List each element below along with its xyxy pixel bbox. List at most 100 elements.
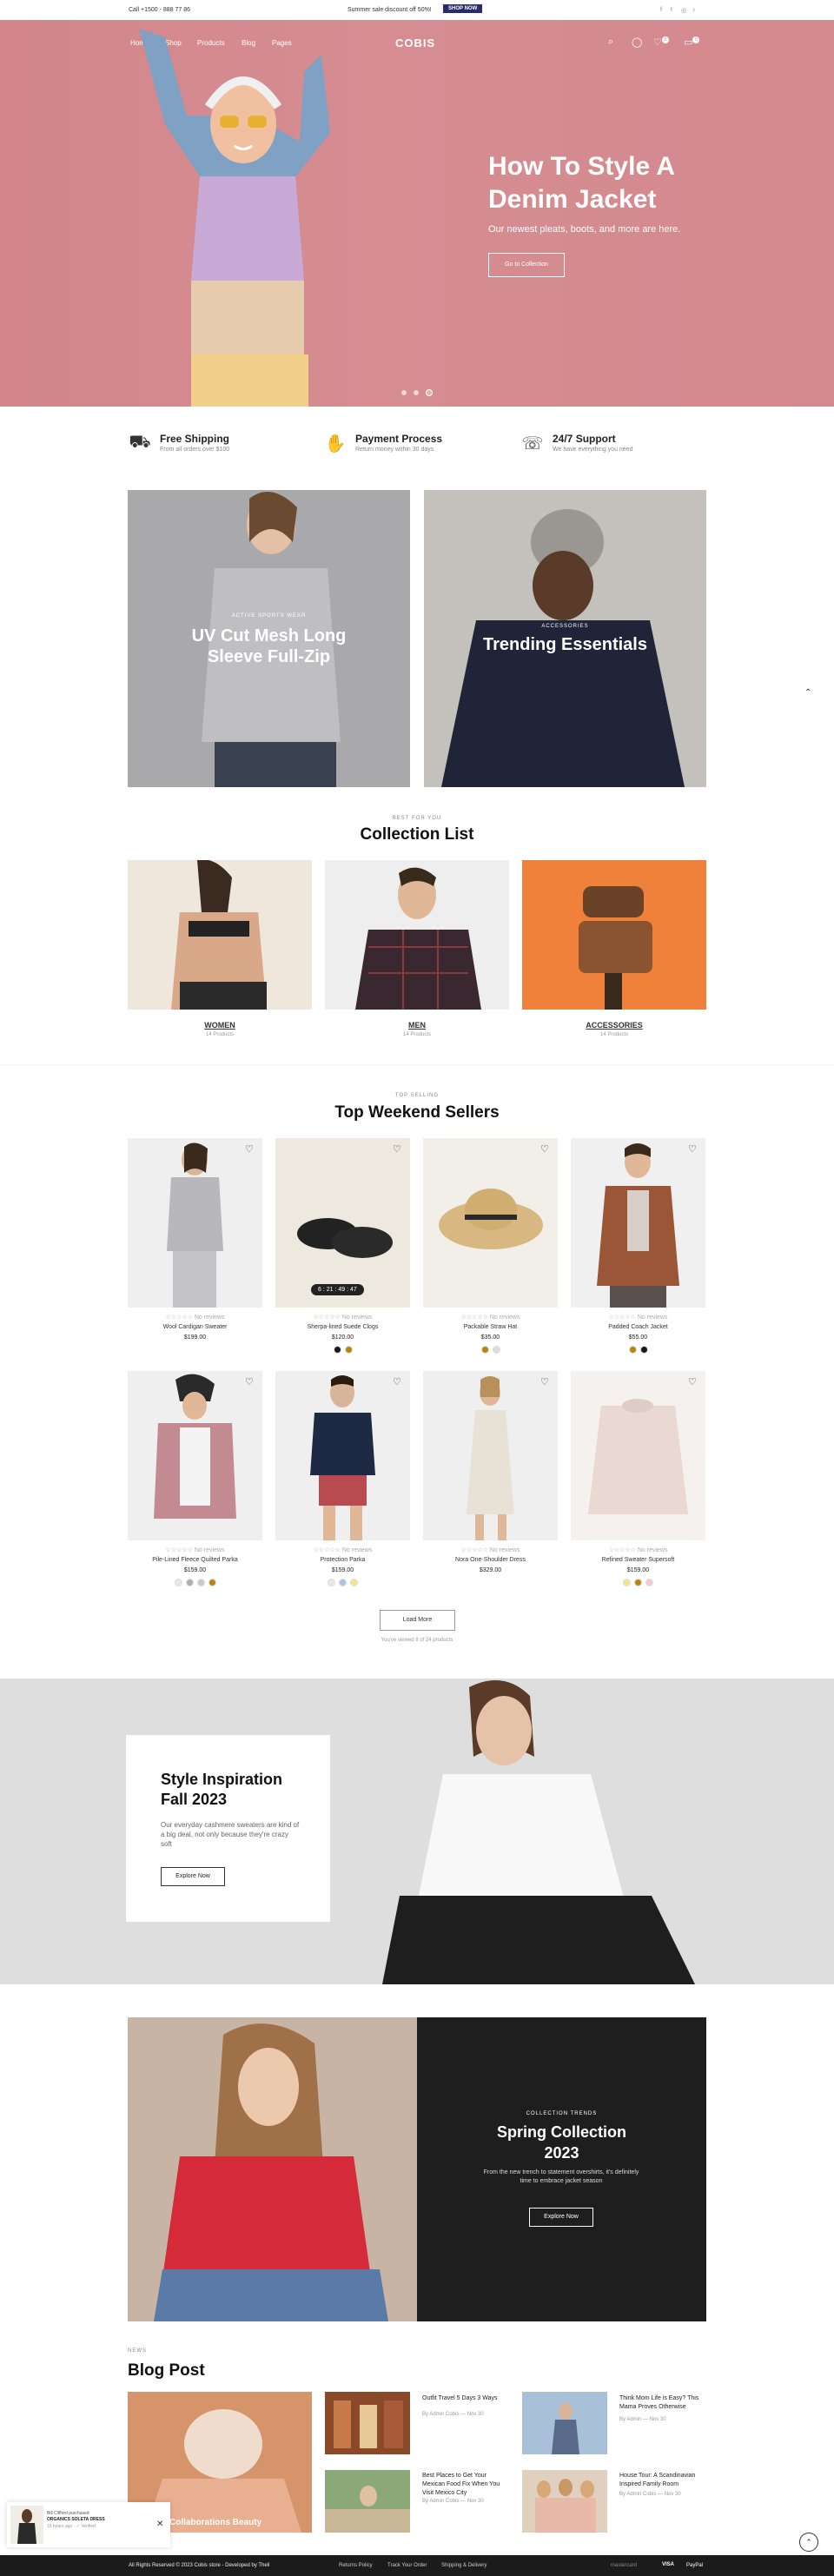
slider-dot-2[interactable] — [414, 390, 419, 395]
spring-title-line1: Spring Collection — [496, 2123, 626, 2141]
blog-featured-title[interactable]: Collaborations Beauty — [169, 2518, 261, 2527]
blog-thumb[interactable] — [325, 2392, 410, 2454]
go-to-collection-button[interactable]: Go to Collection — [488, 253, 565, 277]
blog-post-title[interactable]: Think Mom Life is Easy? This Mama Proves… — [619, 2394, 706, 2412]
blog-post-meta: By Admin Cobis — Nov 30 — [422, 2412, 484, 2417]
color-swatch[interactable] — [645, 1579, 653, 1586]
product-name[interactable]: Sherpa-lined Suede Clogs — [275, 1324, 410, 1330]
color-swatches — [275, 1346, 410, 1354]
product-price: $329.00 — [479, 1567, 502, 1573]
color-swatch[interactable] — [639, 1346, 648, 1354]
footer-link-returns[interactable]: Returns Policy — [339, 2563, 373, 2568]
style-explore-button[interactable]: Explore Now — [161, 1867, 225, 1886]
slider-dot-3[interactable] — [426, 389, 433, 396]
heart-icon[interactable]: ♡ — [540, 1376, 549, 1387]
shop-now-button[interactable]: SHOP NOW — [443, 4, 483, 13]
collection-women-image[interactable] — [128, 860, 312, 1010]
product-image[interactable] — [275, 1371, 410, 1540]
heart-icon[interactable]: ♡ — [688, 1376, 697, 1387]
collection-men-image[interactable] — [325, 860, 509, 1010]
heart-icon[interactable]: ♡ — [688, 1143, 697, 1155]
color-swatch[interactable] — [344, 1346, 353, 1354]
product-name[interactable]: Padded Coach Jacket — [571, 1324, 705, 1330]
color-swatch[interactable] — [339, 1579, 347, 1586]
instagram-icon[interactable]: ◎ — [681, 7, 686, 14]
product-name[interactable]: Packable Straw Hat — [423, 1324, 558, 1330]
scroll-to-top-button[interactable]: ⌃ — [799, 2533, 818, 2552]
facebook-icon[interactable]: f — [660, 7, 662, 13]
spring-explore-button[interactable]: Explore Now — [529, 2208, 593, 2227]
promo-card-sportswear[interactable]: ACTIVE SPORTS WEAR UV Cut Mesh Long Slee… — [128, 490, 410, 787]
wishlist-icon[interactable]: ♡ 0 — [653, 36, 669, 48]
hero-banner: Home Shop Products Blog Pages COBIS ⌕ ◯ … — [0, 20, 834, 407]
product-name[interactable]: Pile-Lined Fleece Quilted Parka — [128, 1557, 262, 1563]
user-icon[interactable]: ◯ — [632, 36, 642, 48]
heart-icon[interactable]: ♡ — [393, 1143, 401, 1155]
footer-link-shipping[interactable]: Shipping & Delivery — [441, 2563, 486, 2568]
slider-dot-1[interactable] — [401, 390, 407, 395]
top-bar: Call +1500 - 888 77 86 Summer sale disco… — [0, 0, 834, 20]
collections-title: Collection List — [360, 825, 474, 844]
collections-tag: BEST FOR YOU — [392, 816, 442, 821]
color-swatch[interactable] — [328, 1579, 335, 1586]
feature-sub: From all orders over $100 — [160, 447, 230, 453]
product-name[interactable]: Wool Cardigan Sweater — [128, 1324, 262, 1330]
chevron-up-icon[interactable]: ⌃ — [804, 688, 811, 698]
color-swatch[interactable] — [480, 1346, 489, 1354]
logo[interactable]: COBIS — [395, 36, 435, 50]
style-card: Style Inspiration Fall 2023 Our everyday… — [126, 1735, 330, 1922]
color-swatch[interactable] — [350, 1579, 358, 1586]
blog-post-author: By Admin Cobis — [422, 2499, 460, 2504]
close-icon[interactable]: ✕ — [156, 2520, 163, 2529]
twitter-icon[interactable]: t — [671, 7, 672, 13]
page: Call +1500 - 888 77 86 Summer sale disco… — [0, 0, 834, 2576]
product-name[interactable]: Protection Parka — [275, 1557, 410, 1563]
color-swatch[interactable] — [623, 1579, 631, 1586]
collection-accessories-label[interactable]: ACCESSORIES — [522, 1021, 706, 1030]
blog-post-title[interactable]: House Tour: A Scandinavian Inspired Fami… — [619, 2472, 706, 2489]
notification-line2[interactable]: ORGANICS SOLETA DRESS — [47, 2517, 105, 2522]
product-image[interactable] — [275, 1138, 410, 1308]
color-swatch[interactable] — [208, 1579, 216, 1586]
collection-men-label[interactable]: MEN — [325, 1021, 509, 1030]
color-swatch[interactable] — [333, 1346, 341, 1354]
heart-icon[interactable]: ♡ — [393, 1376, 401, 1387]
color-swatch[interactable] — [185, 1579, 194, 1586]
collection-women-label[interactable]: WOMEN — [128, 1021, 312, 1030]
cart-icon[interactable]: ▭ 0 — [684, 36, 700, 48]
cart-count: 0 — [692, 36, 700, 43]
blog-post-meta: By Admin Cobis — Nov 30 — [422, 2499, 484, 2504]
blog-thumb[interactable] — [325, 2470, 410, 2533]
product-image[interactable] — [423, 1138, 558, 1308]
heart-icon[interactable]: ♡ — [540, 1143, 549, 1155]
product-name[interactable]: Refined Sweater Supersoft — [571, 1557, 705, 1563]
load-more-button[interactable]: Load More — [380, 1610, 455, 1631]
color-swatch[interactable] — [634, 1579, 642, 1586]
color-swatch[interactable] — [492, 1346, 500, 1354]
color-swatch[interactable] — [196, 1579, 205, 1586]
color-swatch[interactable] — [628, 1346, 637, 1354]
review-count: No reviews — [489, 1314, 520, 1321]
heart-icon[interactable]: ♡ — [245, 1376, 254, 1387]
tiktok-icon[interactable]: ♪ — [692, 7, 696, 13]
spring-title: Spring Collection 2023 — [417, 2122, 706, 2163]
hero-model-image — [139, 29, 330, 407]
heart-icon[interactable]: ♡ — [245, 1143, 254, 1155]
blog-thumb[interactable] — [522, 2392, 607, 2454]
support-icon: ☏ — [521, 434, 544, 454]
blog-post-title[interactable]: Outfit Travel 5 Days 3 Ways — [422, 2394, 509, 2403]
promo-card-accessories[interactable]: ACCESSORIES Trending Essentials — [424, 490, 706, 787]
search-icon[interactable]: ⌕ — [608, 36, 613, 48]
product-image[interactable] — [128, 1371, 262, 1540]
collection-accessories-image[interactable] — [522, 860, 706, 1010]
blog-post-title[interactable]: Best Places to Get Your Mexican Food Fix… — [422, 2472, 509, 2498]
color-swatch[interactable] — [174, 1579, 182, 1586]
product-image[interactable] — [128, 1138, 262, 1308]
blog-thumb[interactable] — [522, 2470, 607, 2533]
footer-link-track[interactable]: Track Your Order — [387, 2563, 427, 2568]
product-image[interactable] — [571, 1138, 705, 1308]
product-image[interactable] — [571, 1371, 705, 1540]
product-name[interactable]: Nora One-Shoulder Dress — [423, 1557, 558, 1563]
product-image[interactable] — [423, 1371, 558, 1540]
phone-text: Call +1500 - 888 77 86 — [129, 7, 191, 13]
